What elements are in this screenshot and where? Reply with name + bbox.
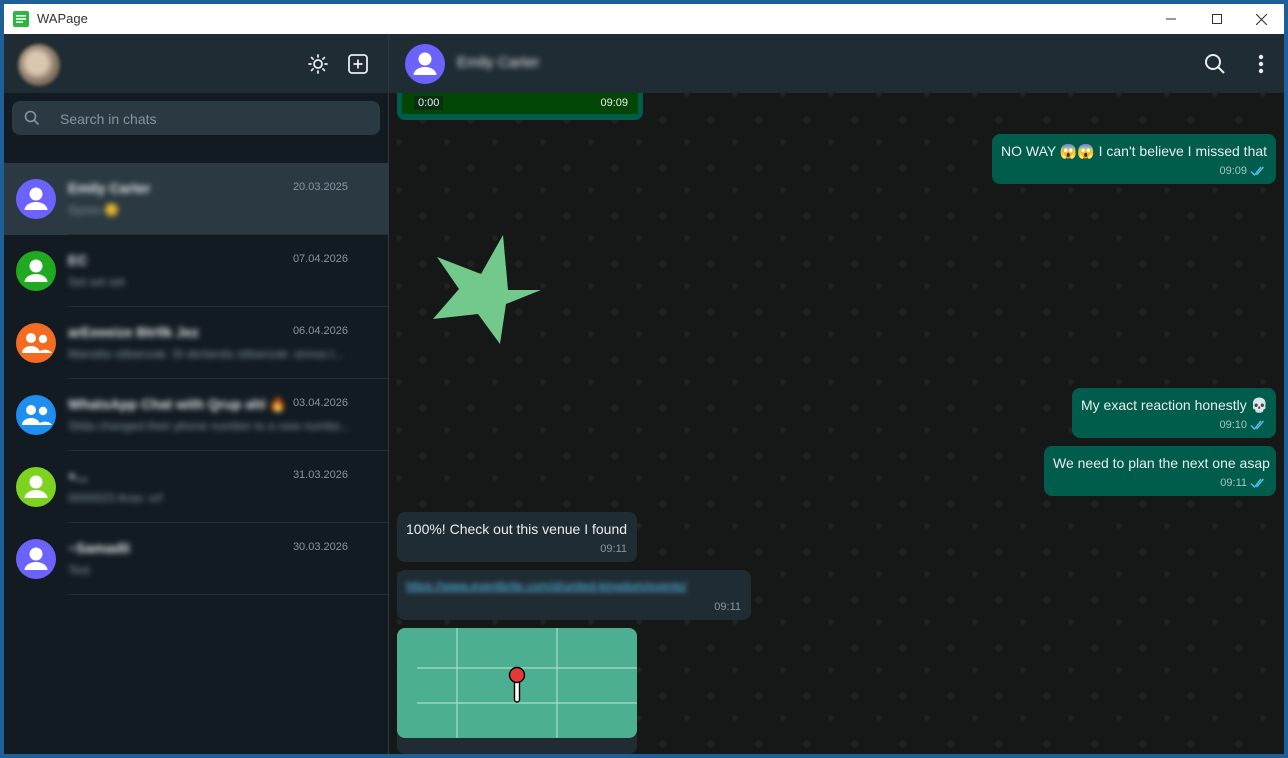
person-icon [24,547,48,570]
message-text: 100%! Check out this venue I found [406,521,628,537]
chat-name: Emily Carter [68,180,151,196]
location-pin-icon [508,666,526,703]
chat-name: WhatsApp Chat with Qrup ahl 🔥 [68,396,287,412]
person-icon [24,187,48,210]
person-icon [24,475,48,498]
chat-preview: Set set set [68,275,125,289]
search-icon [1205,54,1225,74]
person-icon [24,259,48,282]
title-bar: WAPage [4,4,1284,34]
sun-icon [308,54,328,74]
minimize-icon [1166,18,1176,20]
chat-list-item[interactable]: arEeeeize Btrllk Jez Manatta stibanzak: S… [4,307,388,379]
incoming-message[interactable]: 100%! Check out this venue I found 09:11 [397,512,637,562]
search-bar [12,101,380,137]
conversation-header: Emily Carter [389,34,1284,93]
chat-date: 03.04.2026 [292,397,348,409]
message-time: 09:11 [714,601,741,613]
message-text: We need to plan the next one asap [1053,455,1270,471]
outgoing-message[interactable]: NO WAY 😱😱 I can't believe I missed that … [992,134,1276,184]
app-window: WAPage Search in chats Emily Carter Syss… [0,0,1288,758]
chat-name: +... [68,468,88,484]
chat-preview: Sysso 😊 [68,203,119,217]
group-icon [22,405,52,425]
sidebar: Emily Carter Sysso 😊 20.03.2025 EC Set set s… [4,34,389,754]
outgoing-message[interactable]: My exact reaction honestly 💀 09:10 [1072,388,1276,438]
chat-list-item[interactable]: ~Samadli Test 30.03.2026 [4,523,388,595]
chat-date: 20.03.2025 [292,181,348,193]
chat-list-item[interactable]: WhatsApp Chat with Qrup ahl 🔥 Silda chang… [4,379,388,451]
chat-avatar[interactable] [16,323,56,363]
double-check-icon [1250,166,1265,177]
chat-preview: Test [68,563,91,577]
chat-preview: 0000023 Aras: vrf [68,491,163,505]
chat-date: 31.03.2026 [292,469,348,481]
theme-toggle-button[interactable] [302,48,334,80]
divider [68,594,388,595]
close-icon [1255,13,1267,25]
maximize-button[interactable] [1194,4,1240,34]
search-messages-button[interactable] [1199,48,1231,80]
new-chat-button[interactable] [342,48,374,80]
message-time: 09:10 [1219,419,1247,431]
search-icon [24,110,40,126]
person-icon [413,52,437,75]
contact-name[interactable]: Emily Carter [457,54,540,71]
voice-note-duration: 0:00 [414,96,444,110]
chat-list: Emily Carter Sysso 😊 20.03.2025 EC Set set s… [4,163,388,595]
search-input[interactable] [58,101,372,137]
chat-list-item[interactable]: Emily Carter Sysso 😊 20.03.2025 [4,163,388,235]
chat-date: 30.03.2026 [292,541,348,553]
double-check-icon [1250,478,1265,489]
chat-avatar[interactable] [16,539,56,579]
whatsapp-app: Emily Carter Sysso 😊 20.03.2025 EC Set set s… [4,34,1284,754]
message-text: NO WAY 😱😱 I can't believe I missed that [1001,143,1268,159]
message-time: 09:11 [1220,477,1247,489]
window-title: WAPage [37,11,88,26]
group-icon [22,333,52,353]
voice-note-message[interactable]: 0:00 09:09 [397,93,643,120]
chat-date: 06.04.2026 [292,325,348,337]
minimize-button[interactable] [1148,4,1194,34]
message-text: My exact reaction honestly 💀 [1081,397,1269,413]
message-link[interactable]: https://www.eventbrite.com/d/united-king… [406,579,687,593]
chat-name: ~Samadli [68,540,130,556]
app-logo-icon [13,11,29,27]
contact-avatar[interactable] [405,44,445,84]
vertical-dots-icon [1258,54,1264,74]
chat-name: EC [68,252,88,268]
chat-avatar[interactable] [16,395,56,435]
chat-list-item[interactable]: EC Set set set 07.04.2026 [4,235,388,307]
chat-preview: Silda changed their phone number to a ne… [68,419,351,433]
profile-avatar[interactable] [18,44,60,86]
maximize-icon [1212,14,1222,24]
chat-avatar[interactable] [16,467,56,507]
chat-date: 07.04.2026 [292,253,348,265]
voice-note-time: 09:09 [600,97,628,109]
star-sticker[interactable] [433,232,543,347]
conversation-panel: Emily Carter 0:00 09:09 NO WAY 😱😱 I can'… [389,34,1284,754]
location-message[interactable] [397,628,637,754]
chat-avatar[interactable] [16,251,56,291]
close-button[interactable] [1238,4,1284,34]
chat-name: arEeeeize Btrllk Jez [68,324,199,340]
new-chat-icon [348,54,368,74]
menu-button[interactable] [1245,48,1277,80]
chat-avatar[interactable] [16,179,56,219]
voice-note-player[interactable]: 0:00 09:09 [402,93,638,114]
message-time: 09:09 [1219,165,1247,177]
chat-preview: Manatta stibanzak: St derlanda stibanzak… [68,347,344,361]
chat-list-item[interactable]: +... 0000023 Aras: vrf 31.03.2026 [4,451,388,523]
double-check-icon [1250,420,1265,431]
location-map[interactable] [397,628,637,738]
message-time: 09:11 [600,543,627,555]
incoming-link-message[interactable]: https://www.eventbrite.com/d/united-king… [397,570,751,620]
sidebar-header [4,34,388,93]
outgoing-message[interactable]: We need to plan the next one asap 09:11 [1044,446,1276,496]
